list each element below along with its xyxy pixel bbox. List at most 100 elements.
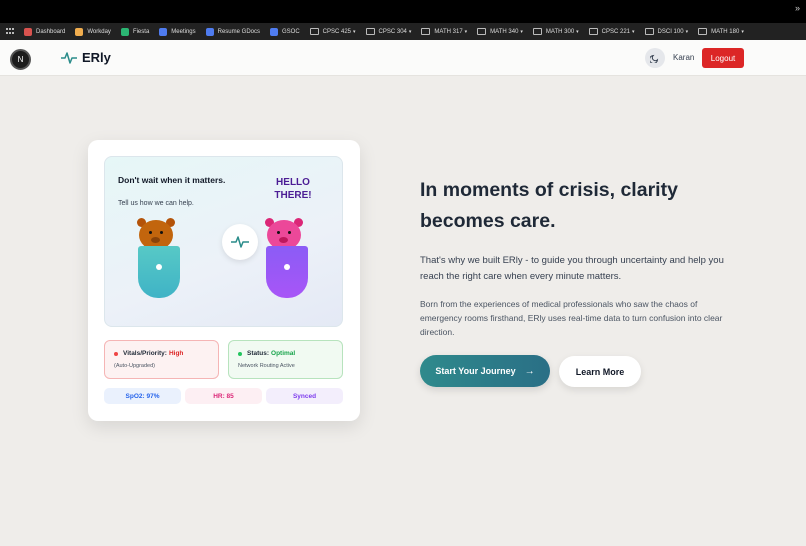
user-name: Karan: [673, 53, 695, 62]
bookmark-label: MATH 317: [434, 28, 463, 35]
folder-icon: [365, 28, 375, 35]
brand-logo[interactable]: ERly: [61, 50, 111, 65]
app-header: N ERly Karan Logout: [0, 40, 806, 76]
heartbeat-icon: [231, 236, 249, 248]
status-label: Status:: [247, 350, 270, 357]
folder-icon: [644, 28, 654, 35]
chevron-down-icon: ▾: [520, 28, 523, 35]
bookmark-item[interactable]: CPSC 221 ▾: [588, 28, 635, 35]
folder-icon: [477, 28, 487, 35]
bookmark-label: GSOC: [282, 28, 300, 35]
bookmark-item[interactable]: CPSC 425 ▾: [309, 28, 356, 35]
bookmark-label: CPSC 304: [378, 28, 407, 35]
brand-name: ERly: [82, 50, 111, 65]
bookmark-label: MATH 300: [545, 28, 575, 35]
card-subtagline: Tell us how we can help.: [118, 200, 194, 207]
greeting-text: HELLO THERE!: [274, 177, 312, 201]
bookmark-label: MATH 340: [490, 28, 519, 35]
bookmark-item[interactable]: Meetings: [159, 27, 196, 36]
hero-paragraph-secondary: Born from the experiences of medical pro…: [420, 299, 723, 337]
folder-icon: [309, 28, 319, 35]
network-status-box: Status: Optimal Network Routing Active: [228, 340, 343, 379]
bookmark-label: Resume GDocs: [217, 28, 260, 35]
vitals-value: High: [168, 350, 184, 357]
hero-panel: Don't wait when it matters. Tell us how …: [104, 156, 343, 327]
status-line: Status: Optimal: [238, 350, 295, 357]
hero-paragraph-primary: That's why we built ERly - to guide you …: [420, 255, 724, 282]
body-dot: [284, 264, 290, 270]
doc-bookmark-icon: [205, 27, 214, 36]
folder-icon: [532, 28, 542, 35]
bookmark-label: Workday: [87, 28, 111, 35]
bookmark-item[interactable]: MATH 340 ▾: [477, 28, 523, 35]
moon-icon: [650, 54, 659, 63]
bookmark-label: Meetings: [171, 28, 196, 35]
doc-bookmark-icon: [270, 27, 278, 36]
brown-bear-illustration: [136, 216, 182, 302]
bear-eye: [277, 231, 280, 234]
theme-toggle-button[interactable]: [645, 48, 665, 68]
card-tagline: Don't wait when it matters.: [118, 175, 226, 185]
vitals-priority-box: Vitals/Priority: High (Auto-Upgraded): [104, 340, 219, 379]
arrow-right-icon: →: [524, 365, 535, 377]
bookmark-label: CPSC 221: [601, 28, 631, 35]
folder-icon: [698, 28, 708, 35]
hero-illustration-card: Don't wait when it matters. Tell us how …: [88, 140, 360, 421]
fiesta-bookmark-icon: [120, 27, 129, 36]
folder-icon: [421, 28, 431, 35]
bear-snout: [151, 237, 160, 243]
vitals-dot-icon: [114, 351, 118, 356]
status-dot-icon: [238, 351, 242, 356]
more-bookmarks-icon[interactable]: »: [795, 3, 800, 13]
folder-icon: [588, 28, 598, 35]
bookmark-item[interactable]: Fiesta: [120, 27, 149, 36]
bookmark-item[interactable]: GSOC: [270, 27, 300, 36]
bear-body: [266, 246, 308, 298]
bookmark-label: Dashboard: [36, 28, 66, 35]
n-avatar-badge[interactable]: N: [10, 49, 31, 70]
bear-eye: [149, 231, 152, 234]
bear-eye: [160, 231, 163, 234]
bookmark-item[interactable]: MATH 180 ▾: [698, 28, 744, 35]
bookmark-item[interactable]: CPSC 304 ▾: [365, 28, 412, 35]
status-note: Network Routing Active: [238, 363, 295, 369]
status-value: Optimal: [271, 350, 296, 357]
vitals-label: Vitals/Priority:: [123, 350, 167, 357]
logout-button[interactable]: Logout: [702, 48, 744, 68]
workday-bookmark-icon: [75, 27, 84, 36]
vitals-note: (Auto-Upgraded): [114, 363, 155, 369]
bookmark-item[interactable]: DSCI 100 ▾: [644, 28, 689, 35]
start-journey-label: Start Your Journey: [435, 366, 516, 376]
bookmark-item[interactable]: MATH 317 ▾: [421, 28, 467, 35]
body-dot: [156, 264, 162, 270]
chevron-down-icon: ▾: [741, 28, 744, 35]
bear-eye: [288, 231, 291, 234]
pulse-logo-icon: [61, 51, 77, 64]
window-top-strip: [0, 0, 806, 23]
chevron-down-icon: ▾: [353, 28, 356, 35]
bear-body: [138, 246, 180, 298]
synced-pill: Synced: [266, 388, 343, 404]
chevron-down-icon: ▾: [464, 28, 468, 35]
hero-headline: In moments of crisis, clarity becomes ca…: [420, 179, 678, 232]
chevron-down-icon: ▾: [632, 28, 635, 35]
pulse-circle: [222, 224, 258, 260]
bear-snout: [279, 237, 288, 243]
chevron-down-icon: ▾: [685, 28, 689, 35]
dashboard-bookmark-icon: [24, 27, 32, 36]
bookmark-item[interactable]: Workday: [75, 27, 111, 36]
doc-bookmark-icon: [159, 27, 168, 36]
heart-rate-pill: HR: 85: [185, 388, 262, 404]
learn-more-button[interactable]: Learn More: [559, 356, 641, 387]
spo2-pill: SpO2: 97%: [104, 388, 181, 404]
bookmark-item[interactable]: Dashboard: [24, 27, 66, 36]
chevron-down-icon: ▾: [408, 28, 412, 35]
bookmarks-bar: Dashboard Workday Fiesta Meetings Resume GDo…: [0, 23, 806, 40]
start-journey-button[interactable]: Start Your Journey →: [420, 355, 550, 387]
pink-bear-illustration: [264, 216, 310, 302]
bookmark-item[interactable]: MATH 300 ▾: [532, 28, 579, 35]
apps-grid-icon[interactable]: [6, 27, 14, 36]
chevron-down-icon: ▾: [576, 28, 579, 35]
bookmark-item[interactable]: Resume GDocs: [205, 27, 260, 36]
vitals-line: Vitals/Priority: High: [114, 350, 183, 357]
